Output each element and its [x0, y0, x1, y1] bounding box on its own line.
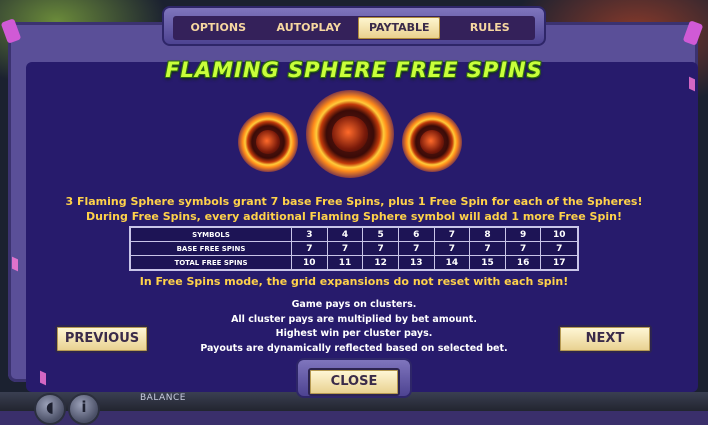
previous-button[interactable]: PREVIOUS [55, 325, 149, 353]
table-cell: 15 [469, 255, 506, 271]
table-cell: 7 [469, 241, 506, 256]
table-cell: 7 [540, 241, 579, 256]
decor-gem [40, 370, 46, 386]
table-cell: 9 [504, 226, 542, 242]
sound-icon[interactable]: ◖ [34, 393, 66, 425]
close-button[interactable]: CLOSE [308, 368, 400, 396]
table-cell: 11 [326, 255, 364, 271]
table-cell: 7 [362, 241, 399, 256]
table-cell: 7 [397, 241, 435, 256]
page-title: FLAMING SPHERE FREE SPINS [165, 58, 543, 82]
table-row: BASE FREE SPINS 7 7 7 7 7 7 7 7 [129, 241, 579, 256]
row-header: SYMBOLS [129, 226, 292, 242]
tab-autoplay[interactable]: AUTOPLAY [268, 17, 350, 39]
tab-paytable[interactable]: PAYTABLE [358, 17, 441, 39]
table-cell: 14 [433, 255, 471, 271]
table-cell: 6 [397, 226, 435, 242]
table-cell: 10 [540, 226, 579, 242]
info-icon[interactable]: i [68, 393, 100, 425]
table-cell: 17 [540, 255, 579, 271]
row-header: TOTAL FREE SPINS [129, 255, 292, 271]
tab-bar: OPTIONS AUTOPLAY PAYTABLE RULES [173, 16, 535, 40]
table-cell: 7 [291, 241, 328, 256]
description-line: 3 Flaming Sphere symbols grant 7 base Fr… [65, 195, 643, 208]
table-row: TOTAL FREE SPINS 10 11 12 13 14 15 16 17 [129, 255, 579, 271]
next-button[interactable]: NEXT [558, 325, 652, 353]
row-header: BASE FREE SPINS [129, 241, 292, 256]
free-spins-table: SYMBOLS 3 4 5 6 7 8 9 10 BASE FREE SPINS… [129, 226, 579, 271]
flaming-sphere-icon [306, 90, 394, 178]
table-cell: 16 [504, 255, 542, 271]
flaming-sphere-icon [402, 112, 462, 172]
tab-rules[interactable]: RULES [449, 17, 531, 39]
table-row: SYMBOLS 3 4 5 6 7 8 9 10 [129, 226, 579, 242]
table-cell: 3 [291, 226, 328, 242]
tab-options[interactable]: OPTIONS [177, 17, 259, 39]
flaming-sphere-icon [238, 112, 298, 172]
free-spins-note: In Free Spins mode, the grid expansions … [139, 275, 569, 288]
table-cell: 8 [469, 226, 506, 242]
table-cell: 4 [326, 226, 364, 242]
table-cell: 10 [291, 255, 328, 271]
description-line: During Free Spins, every additional Flam… [86, 210, 622, 223]
info-line: All cluster pays are multiplied by bet a… [231, 314, 477, 325]
table-cell: 13 [397, 255, 435, 271]
table-cell: 7 [326, 241, 364, 256]
decor-gem [12, 256, 18, 272]
table-cell: 7 [504, 241, 542, 256]
balance-label: BALANCE [140, 393, 186, 403]
table-cell: 7 [433, 241, 471, 256]
table-cell: 12 [362, 255, 399, 271]
info-line: Game pays on clusters. [291, 299, 417, 310]
table-cell: 7 [433, 226, 471, 242]
table-cell: 5 [362, 226, 399, 242]
